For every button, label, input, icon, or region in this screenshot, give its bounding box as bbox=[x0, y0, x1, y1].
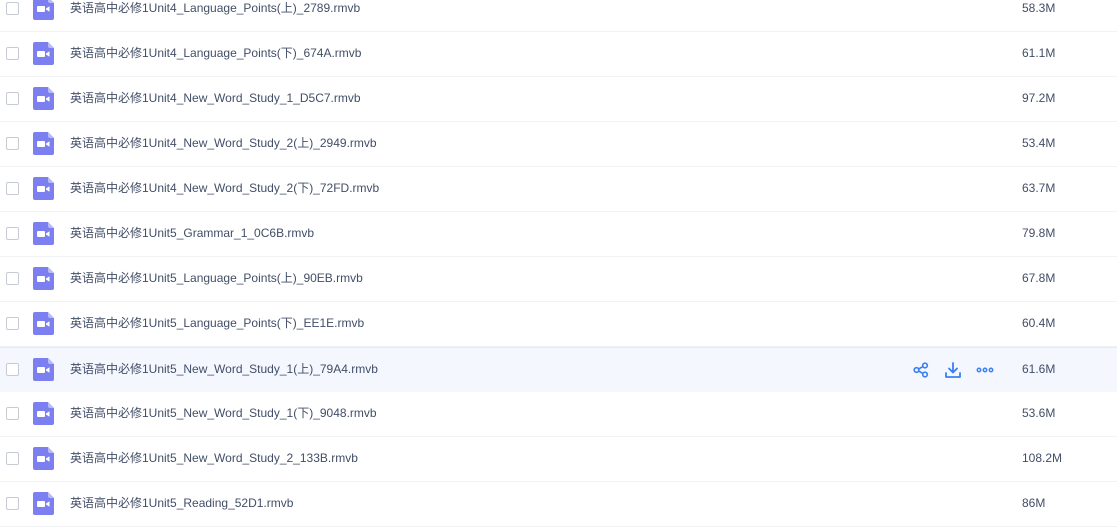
file-row[interactable]: 英语高中必修1Unit5_New_Word_Study_2_133B.rmvb 1… bbox=[0, 437, 1117, 482]
row-checkbox[interactable] bbox=[6, 497, 19, 510]
row-checkbox[interactable] bbox=[6, 272, 19, 285]
file-name[interactable]: 英语高中必修1Unit5_Grammar_1_0C6B.rmvb bbox=[70, 225, 314, 241]
row-checkbox[interactable] bbox=[6, 2, 19, 15]
video-file-icon bbox=[33, 492, 54, 515]
video-file-icon bbox=[33, 267, 54, 290]
file-row[interactable]: 英语高中必修1Unit5_New_Word_Study_1(下)_9048.rm… bbox=[0, 392, 1117, 437]
file-name[interactable]: 英语高中必修1Unit4_New_Word_Study_1_D5C7.rmvb bbox=[70, 90, 361, 106]
file-size: 61.1M bbox=[1022, 46, 1056, 60]
video-file-icon bbox=[33, 42, 54, 65]
row-checkbox[interactable] bbox=[6, 47, 19, 60]
file-name[interactable]: 英语高中必修1Unit4_Language_Points(下)_674A.rmv… bbox=[70, 45, 361, 61]
share-icon[interactable] bbox=[910, 359, 932, 381]
row-checkbox[interactable] bbox=[6, 363, 19, 376]
row-checkbox[interactable] bbox=[6, 92, 19, 105]
row-checkbox[interactable] bbox=[6, 317, 19, 330]
file-name[interactable]: 英语高中必修1Unit4_New_Word_Study_2(上)_2949.rm… bbox=[70, 135, 377, 151]
video-file-icon bbox=[33, 358, 54, 381]
file-size: 53.4M bbox=[1022, 136, 1056, 150]
row-checkbox[interactable] bbox=[6, 137, 19, 150]
file-list: 英语高中必修1Unit4_Language_Points(上)_2789.rmv… bbox=[0, 0, 1117, 528]
row-checkbox[interactable] bbox=[6, 407, 19, 420]
file-row[interactable]: 英语高中必修1Unit5_Language_Points(上)_90EB.rmv… bbox=[0, 257, 1117, 302]
video-file-icon bbox=[33, 312, 54, 335]
video-file-icon bbox=[33, 87, 54, 110]
download-icon[interactable] bbox=[942, 359, 964, 381]
file-name[interactable]: 英语高中必修1Unit5_New_Word_Study_1(下)_9048.rm… bbox=[70, 405, 377, 421]
file-name[interactable]: 英语高中必修1Unit5_Language_Points(下)_EE1E.rmv… bbox=[70, 315, 364, 331]
video-file-icon bbox=[33, 0, 54, 20]
file-size: 97.2M bbox=[1022, 91, 1056, 105]
file-size: 63.7M bbox=[1022, 181, 1056, 195]
more-icon[interactable] bbox=[974, 359, 996, 381]
file-row[interactable]: 英语高中必修1Unit4_Language_Points(下)_674A.rmv… bbox=[0, 32, 1117, 77]
file-row[interactable]: 英语高中必修1Unit4_New_Word_Study_2(上)_2949.rm… bbox=[0, 122, 1117, 167]
file-name[interactable]: 英语高中必修1Unit5_Reading_52D1.rmvb bbox=[70, 495, 293, 511]
video-file-icon bbox=[33, 447, 54, 470]
file-size: 61.6M bbox=[1022, 362, 1056, 376]
video-file-icon bbox=[33, 177, 54, 200]
file-name[interactable]: 英语高中必修1Unit5_New_Word_Study_1(上)_79A4.rm… bbox=[70, 361, 378, 377]
file-size: 108.2M bbox=[1022, 451, 1063, 465]
row-checkbox[interactable] bbox=[6, 182, 19, 195]
file-row[interactable]: 英语高中必修1Unit5_Language_Points(下)_EE1E.rmv… bbox=[0, 302, 1117, 347]
file-row[interactable]: 英语高中必修1Unit4_New_Word_Study_2(下)_72FD.rm… bbox=[0, 167, 1117, 212]
file-name[interactable]: 英语高中必修1Unit4_Language_Points(上)_2789.rmv… bbox=[70, 0, 360, 16]
file-size: 67.8M bbox=[1022, 271, 1056, 285]
video-file-icon bbox=[33, 222, 54, 245]
file-name[interactable]: 英语高中必修1Unit4_New_Word_Study_2(下)_72FD.rm… bbox=[70, 180, 379, 196]
file-row[interactable]: 英语高中必修1Unit4_Language_Points(上)_2789.rmv… bbox=[0, 0, 1117, 32]
video-file-icon bbox=[33, 402, 54, 425]
row-actions bbox=[910, 359, 1006, 381]
file-size: 86M bbox=[1022, 496, 1046, 510]
file-size: 58.3M bbox=[1022, 1, 1056, 15]
file-size: 79.8M bbox=[1022, 226, 1056, 240]
row-checkbox[interactable] bbox=[6, 452, 19, 465]
file-row[interactable]: 英语高中必修1Unit5_Reading_52D1.rmvb 86M bbox=[0, 482, 1117, 527]
row-checkbox[interactable] bbox=[6, 227, 19, 240]
file-name[interactable]: 英语高中必修1Unit5_New_Word_Study_2_133B.rmvb bbox=[70, 450, 358, 466]
file-name[interactable]: 英语高中必修1Unit5_Language_Points(上)_90EB.rmv… bbox=[70, 270, 363, 286]
file-size: 53.6M bbox=[1022, 406, 1056, 420]
video-file-icon bbox=[33, 132, 54, 155]
file-row[interactable]: 英语高中必修1Unit5_New_Word_Study_1(上)_79A4.rm… bbox=[0, 347, 1117, 393]
file-row[interactable]: 英语高中必修1Unit4_New_Word_Study_1_D5C7.rmvb 9… bbox=[0, 77, 1117, 122]
file-size: 60.4M bbox=[1022, 316, 1056, 330]
file-row[interactable]: 英语高中必修1Unit5_Grammar_1_0C6B.rmvb 79.8M bbox=[0, 212, 1117, 257]
